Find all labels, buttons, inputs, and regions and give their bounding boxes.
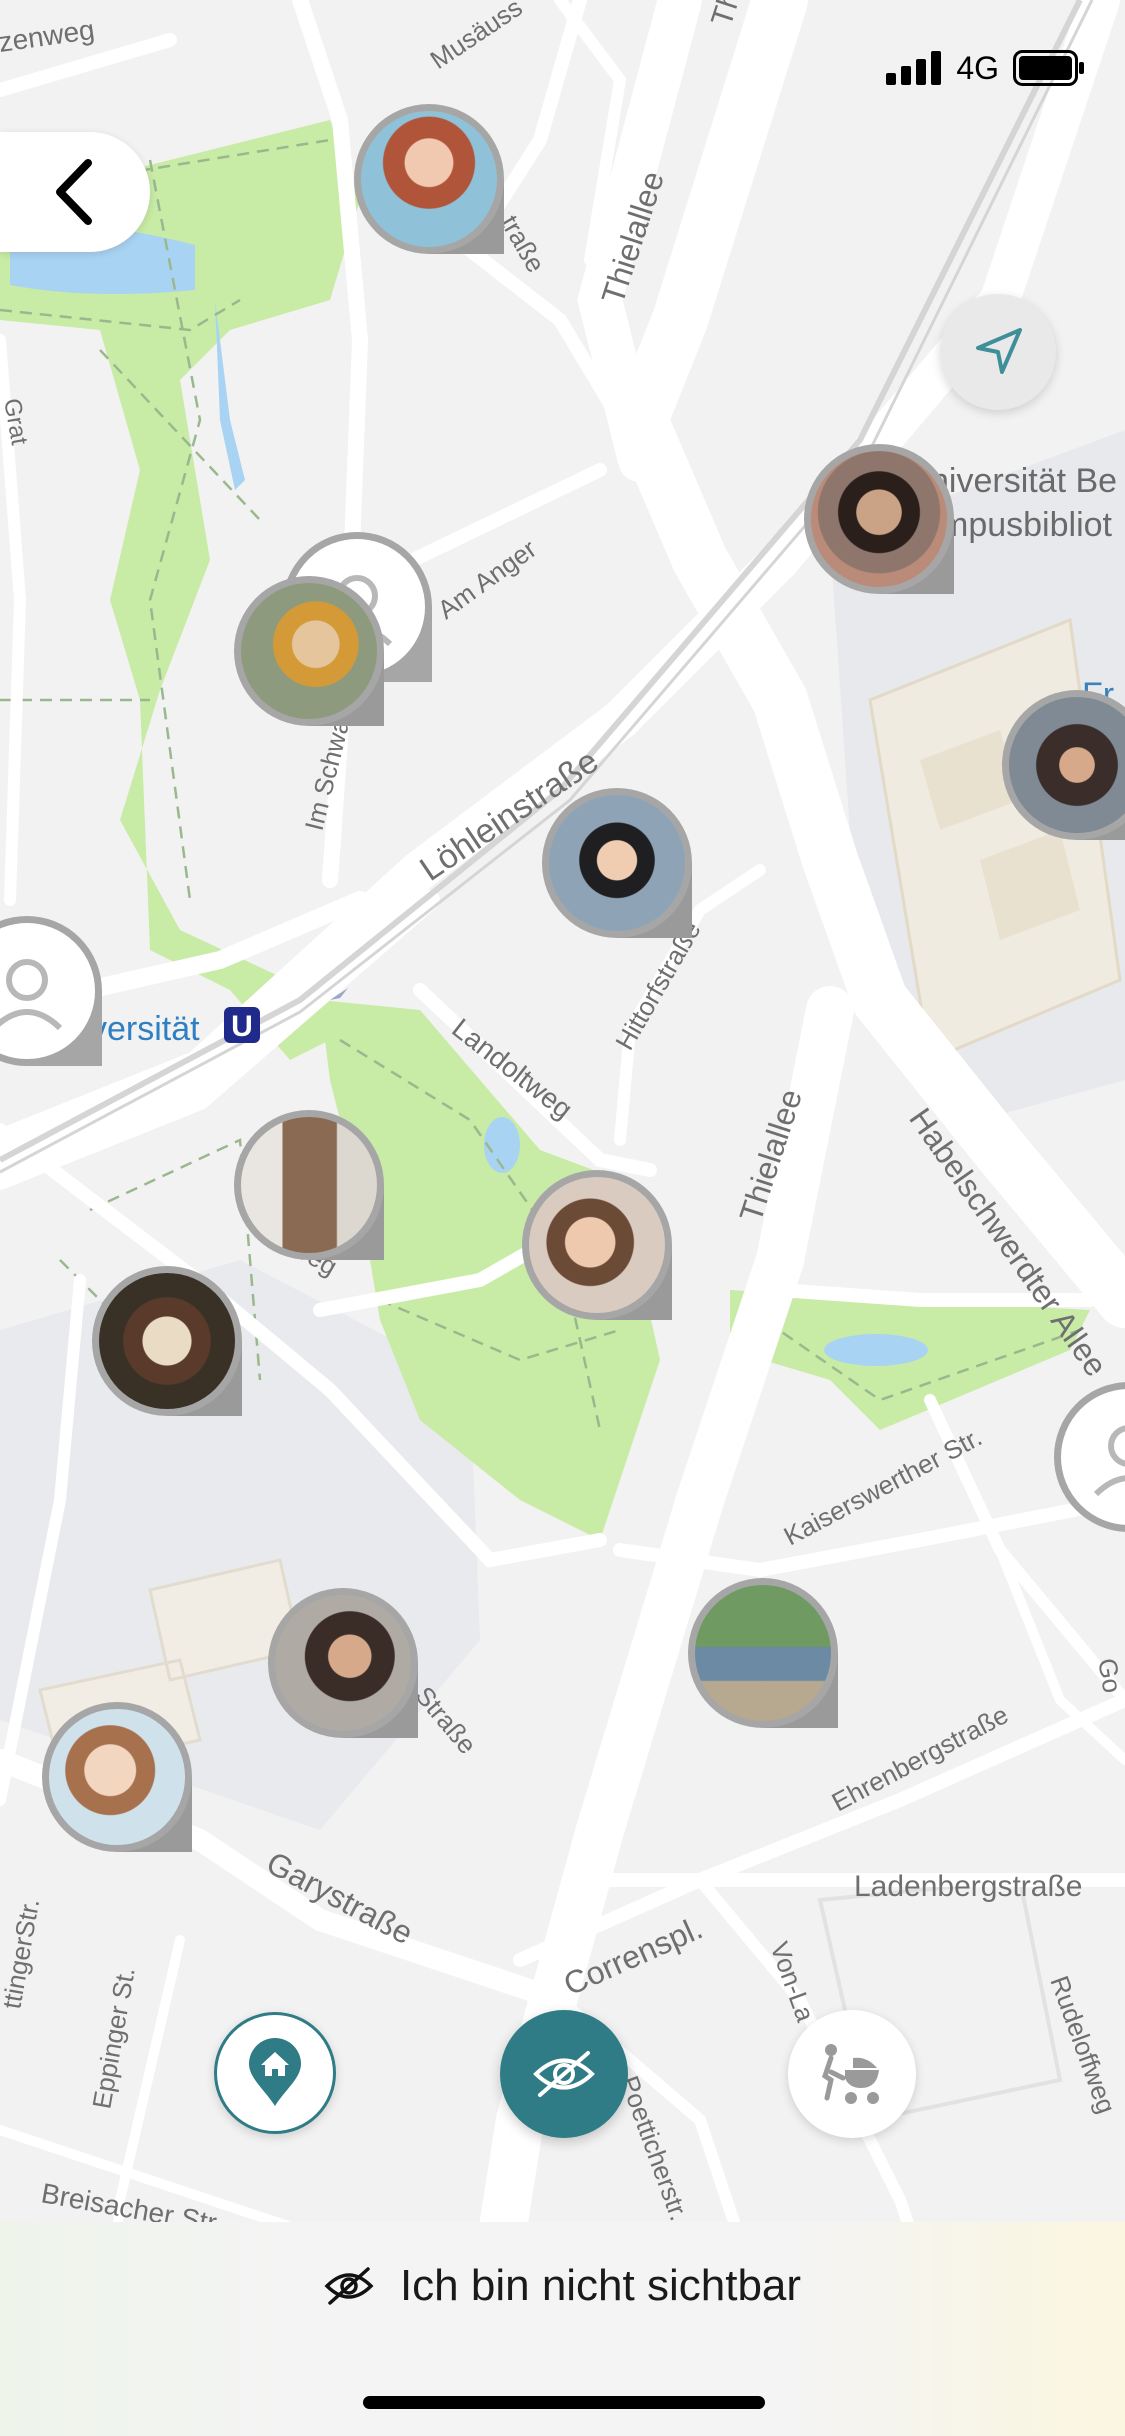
location-arrow-icon [976,328,1022,374]
map-screen: zenweg Musäuss Th Thielallee Am Anger Im… [0,0,1125,2436]
user-pin[interactable] [804,444,954,594]
user-avatar-photo [275,1595,411,1731]
user-avatar-photo [695,1585,831,1721]
home-indicator[interactable] [363,2396,765,2409]
battery-icon [1013,50,1084,86]
stroller-mode-button[interactable] [788,2010,916,2138]
network-type: 4G [956,49,999,86]
stroller-icon [822,2044,879,2104]
bottom-status-bar: Ich bin nicht sichtbar [0,2222,1125,2436]
user-avatar-photo [99,1273,235,1409]
map-label: Ladenbergstraße [854,1870,1083,1903]
user-avatar-photo [361,111,497,247]
visibility-label: Ich bin nicht sichtbar [399,2261,802,2310]
map-label-library: mpusbibliot [940,506,1113,544]
user-pin[interactable] [542,788,692,938]
map-label-library: niversität Be [930,462,1117,500]
user-avatar-photo [811,451,947,587]
user-pin[interactable] [92,1266,242,1416]
eye-off-icon [324,2267,374,2305]
eye-off-icon [533,2051,595,2097]
anonymous-user-pin[interactable] [0,916,102,1066]
user-avatar-photo [241,1117,377,1253]
home-pin-icon [249,2038,301,2106]
user-icon [1093,1425,1125,1497]
user-pin[interactable] [234,1110,384,1260]
user-avatar-photo [49,1709,185,1845]
user-icon [0,959,63,1031]
anonymous-user-pin[interactable] [1054,1382,1125,1532]
user-pin[interactable] [268,1588,418,1738]
user-pin[interactable] [688,1578,838,1728]
user-pin[interactable] [234,576,384,726]
subway-station-label: versität [90,1010,200,1048]
user-avatar-photo [529,1177,665,1313]
user-pin[interactable] [522,1170,672,1320]
chevron-left-icon [56,159,92,225]
subway-badge-label: U [231,1010,253,1043]
user-pin[interactable] [354,104,504,254]
user-pin[interactable] [42,1702,192,1852]
signal-icon [886,51,942,85]
visibility-status: Ich bin nicht sichtbar [0,2246,1125,2326]
status-bar: 4G [886,48,1085,88]
user-avatar-photo [241,583,377,719]
locate-me-button[interactable] [940,294,1056,410]
home-location-button[interactable] [214,2012,336,2134]
back-button[interactable] [0,132,150,252]
user-avatar-photo [549,795,685,931]
user-pin[interactable] [1002,690,1125,840]
visibility-toggle-button[interactable] [500,2010,628,2138]
